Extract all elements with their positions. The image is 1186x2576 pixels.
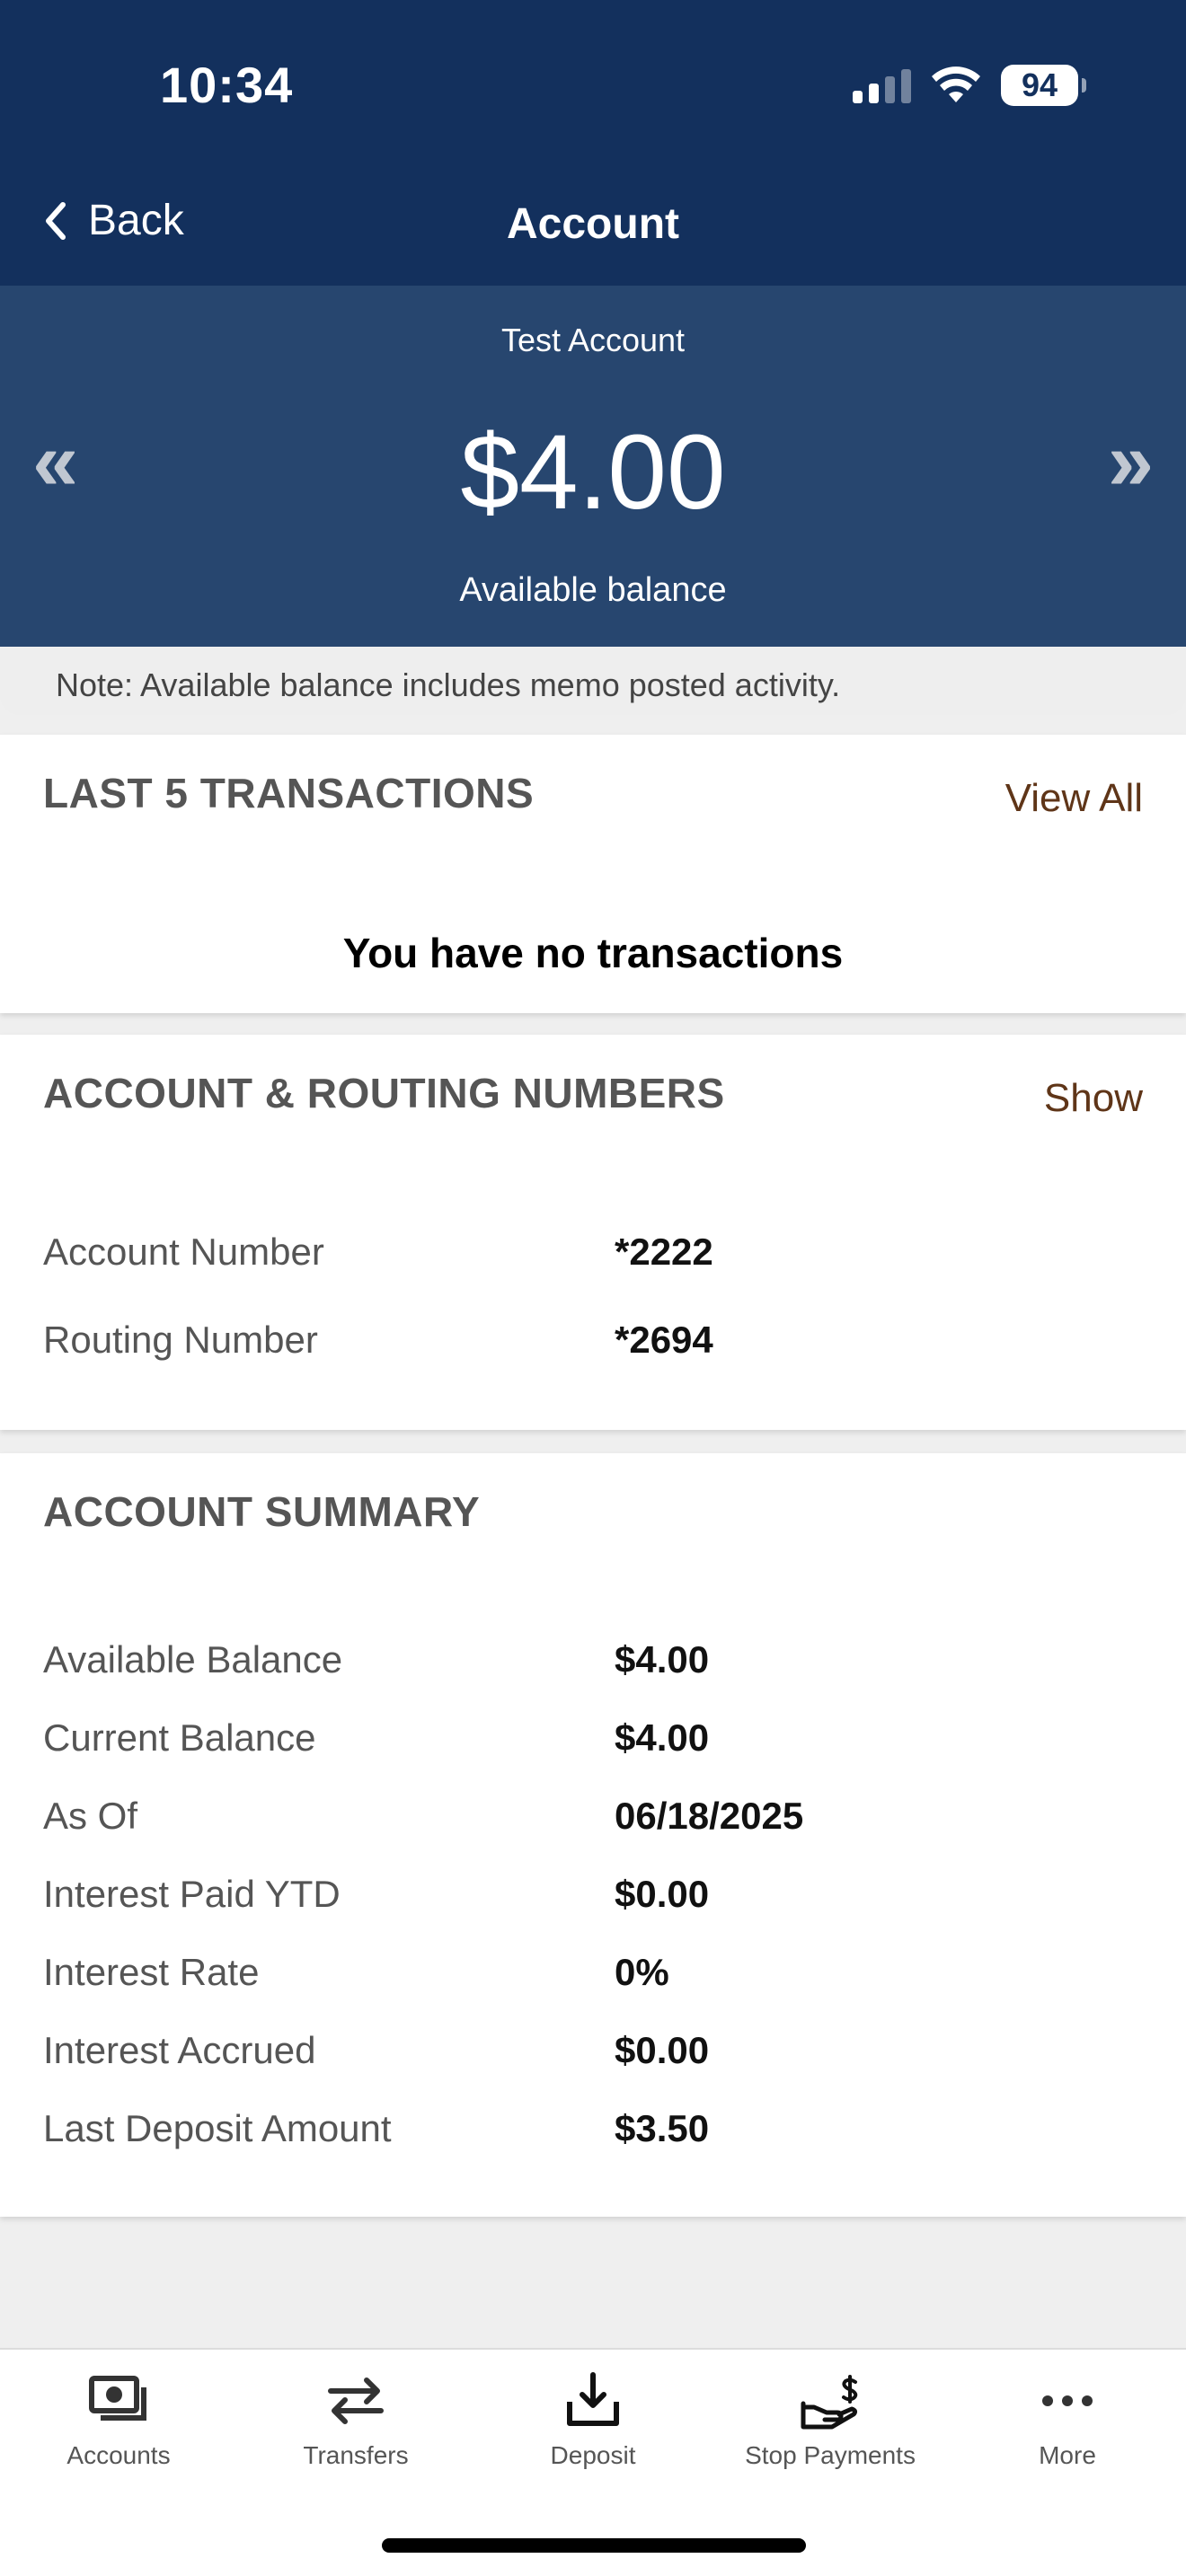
summary-value: $3.50: [615, 2107, 710, 2149]
routing-card: ACCOUNT & ROUTING NUMBERS Show Account N…: [0, 1035, 1186, 1430]
account-name: Test Account: [500, 322, 686, 358]
balance-amount: $4.00: [460, 413, 726, 532]
tab-accounts[interactable]: Accounts: [0, 2371, 237, 2488]
tab-deposit[interactable]: Deposit: [474, 2371, 712, 2488]
summary-label: Interest Rate: [43, 1951, 260, 1993]
summary-label: Current Balance: [43, 1716, 316, 1759]
summary-value: $4.00: [615, 1638, 710, 1681]
balance-label: Available balance: [459, 571, 727, 609]
summary-value: $0.00: [615, 2029, 710, 2071]
tab-stop-payments[interactable]: Stop Payments: [712, 2371, 949, 2488]
routing-number-label: Routing Number: [43, 1319, 318, 1361]
status-time: 10:34: [160, 57, 294, 113]
top-bar: 10:34 94 Back Account: [0, 0, 1186, 286]
accounts-icon: [89, 2376, 146, 2421]
battery-level: 94: [1021, 66, 1058, 103]
wifi-icon: [932, 66, 980, 102]
tab-label: More: [1039, 2441, 1096, 2469]
tab-label: Deposit: [550, 2441, 636, 2469]
more-icon: [1042, 2395, 1093, 2406]
summary-value: $0.00: [615, 1873, 710, 1915]
tab-label: Accounts: [66, 2441, 171, 2469]
balance-note: Note: Available balance includes memo po…: [0, 647, 1186, 715]
summary-label: Interest Accrued: [43, 2029, 316, 2071]
tab-label: Stop Payments: [745, 2441, 916, 2469]
transactions-title: LAST 5 TRANSACTIONS: [43, 770, 535, 816]
balance-header: Test Account « $4.00 » Available balance: [0, 286, 1186, 647]
next-account-button[interactable]: »: [1108, 420, 1154, 503]
summary-label: As Of: [43, 1795, 138, 1837]
summary-value: 06/18/2025: [615, 1795, 804, 1837]
summary-label: Last Deposit Amount: [43, 2107, 392, 2149]
transactions-card: LAST 5 TRANSACTIONS View All You have no…: [0, 735, 1186, 1013]
tab-label: Transfers: [303, 2441, 409, 2469]
summary-label: Interest Paid YTD: [43, 1873, 341, 1915]
summary-value: $4.00: [615, 1716, 710, 1759]
cellular-signal-icon: [853, 67, 911, 103]
transfers-icon: [328, 2378, 384, 2424]
view-all-link[interactable]: View All: [1005, 776, 1143, 821]
account-number-label: Account Number: [43, 1231, 324, 1273]
tab-more[interactable]: More: [949, 2371, 1186, 2488]
status-indicators: 94: [853, 63, 1086, 108]
home-indicator: [382, 2538, 806, 2553]
tab-transfers[interactable]: Transfers: [237, 2371, 474, 2488]
summary-label: Available Balance: [43, 1638, 343, 1681]
routing-title: ACCOUNT & ROUTING NUMBERS: [43, 1070, 725, 1116]
show-numbers-link[interactable]: Show: [1044, 1076, 1143, 1121]
summary-card: ACCOUNT SUMMARY Available Balance $4.00 …: [0, 1453, 1186, 2217]
summary-title: ACCOUNT SUMMARY: [43, 1488, 481, 1535]
no-transactions-message: You have no transactions: [342, 930, 844, 976]
battery-icon: 94: [1001, 65, 1086, 106]
routing-number-value: *2694: [615, 1319, 713, 1361]
deposit-icon: [567, 2372, 619, 2426]
account-number-value: *2222: [615, 1231, 713, 1273]
page-title: Account: [507, 200, 679, 248]
summary-value: 0%: [615, 1951, 669, 1993]
stop-payments-icon: [801, 2375, 858, 2430]
